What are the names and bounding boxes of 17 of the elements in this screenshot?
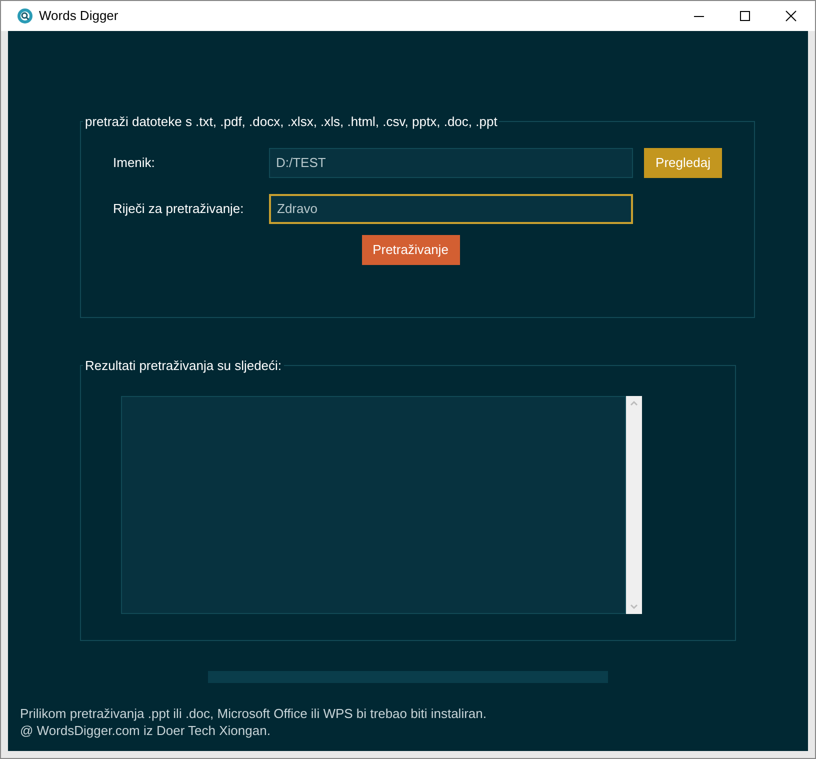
results-area[interactable] xyxy=(121,396,626,614)
scroll-down-icon[interactable] xyxy=(630,604,638,610)
maximize-icon[interactable] xyxy=(739,10,751,22)
footer-text: @ WordsDigger.com iz Doer Tech Xiongan. xyxy=(20,722,272,739)
scrollbar[interactable] xyxy=(626,396,642,614)
field-label: Imenik: xyxy=(113,154,156,172)
close-icon[interactable] xyxy=(785,10,797,22)
app-logo-icon xyxy=(17,8,33,24)
window-title: Words Digger xyxy=(39,7,118,26)
scroll-up-icon[interactable] xyxy=(630,400,638,406)
group-legend: pretraži datoteke s .txt, .pdf, .docx, .xlsx, .xls, .html, .csv, pptx, .doc, .ppt xyxy=(83,112,500,132)
field-label: Riječi za pretraživanje: xyxy=(113,200,245,218)
footer-text: Prilikom pretraživanja .ppt ili .doc, Microsoft Office ili WPS bi trebao biti instaliran. xyxy=(20,705,486,722)
directory-field[interactable]: D:/TEST xyxy=(269,148,633,178)
search-words-field[interactable]: Zdravo xyxy=(269,194,633,224)
group-legend: Rezultati pretraživanja su sljedeći: xyxy=(83,356,284,376)
search-button[interactable]: Pretraživanje xyxy=(362,234,460,264)
